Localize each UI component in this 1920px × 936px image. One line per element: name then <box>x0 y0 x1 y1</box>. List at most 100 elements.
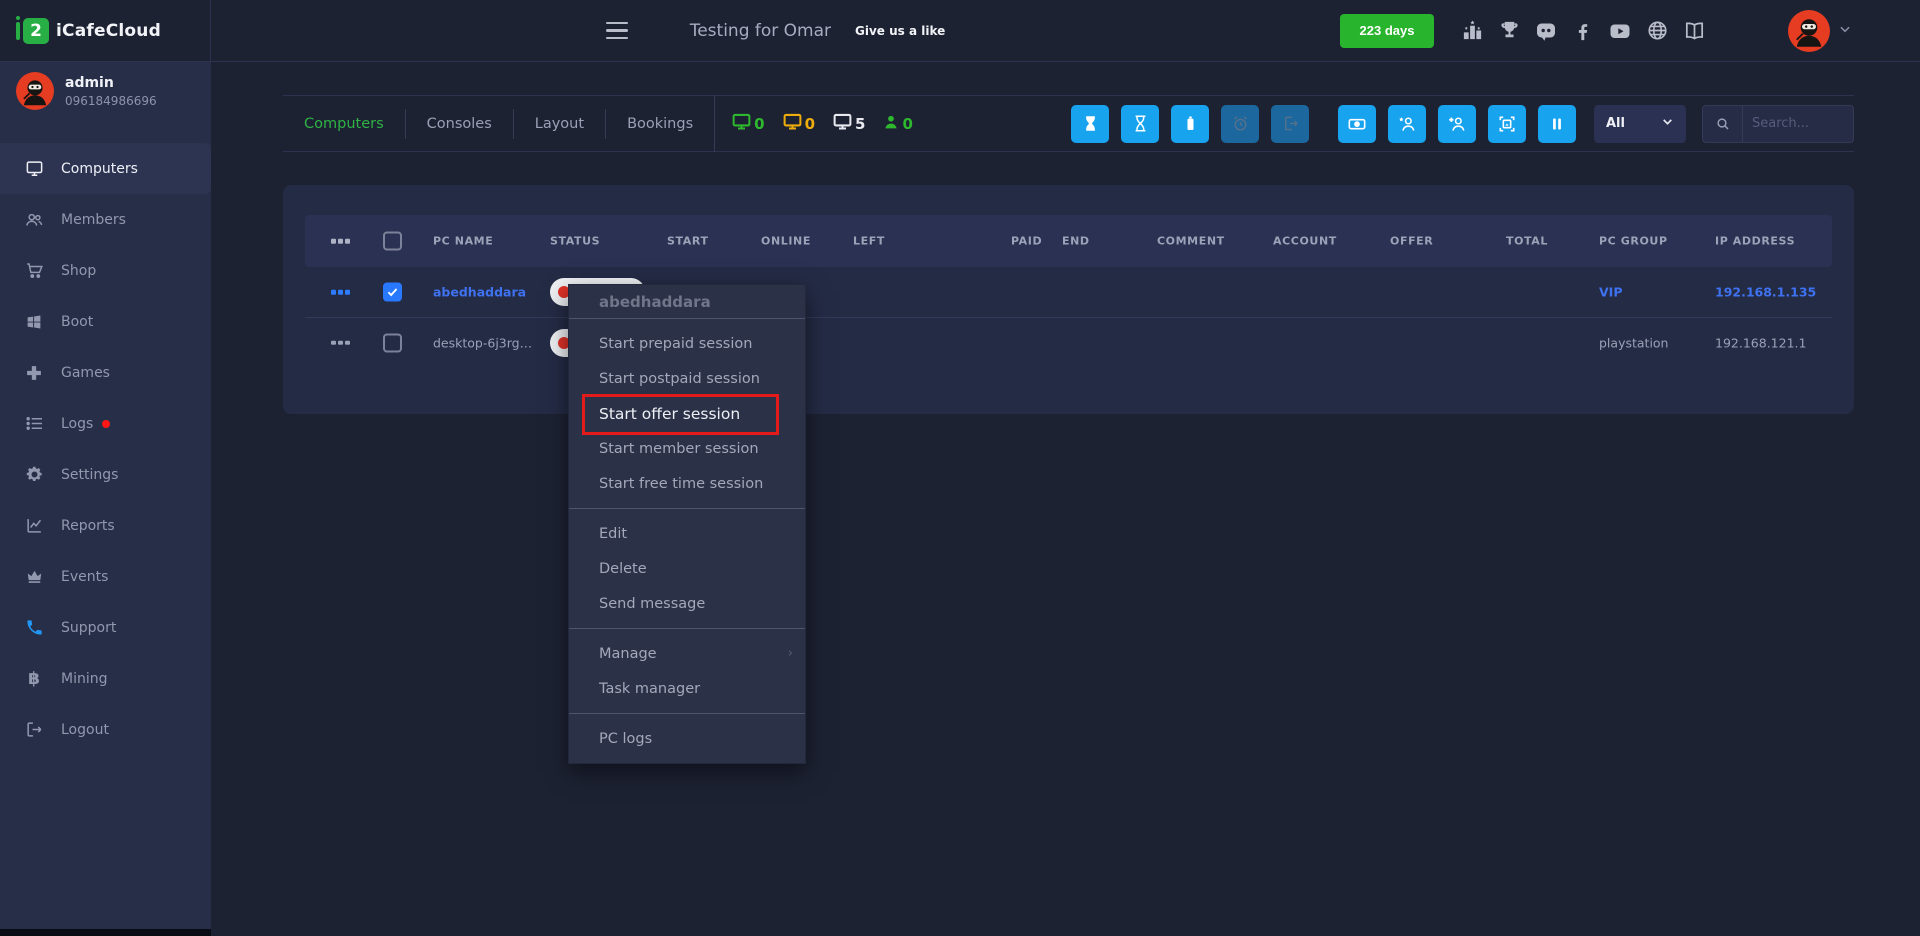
column-header[interactable]: TOTAL <box>1506 235 1548 248</box>
column-header[interactable]: START <box>667 235 709 248</box>
menu-item-manage[interactable]: Manage › <box>569 636 805 671</box>
sidebar-item-support[interactable]: Support <box>0 602 211 653</box>
start-member-session-button[interactable] <box>1388 105 1426 143</box>
guide-book-icon[interactable] <box>1682 19 1706 43</box>
user-avatar[interactable] <box>1788 10 1830 52</box>
discord-icon[interactable] <box>1534 19 1558 43</box>
hourglass-outline-button[interactable] <box>1121 105 1159 143</box>
user-icon <box>882 113 900 135</box>
menu-item-send-message[interactable]: Send message <box>569 586 805 621</box>
menu-item-start-member-session[interactable]: Start member session <box>569 431 805 466</box>
ip-address-value[interactable]: 192.168.121.1 <box>1715 335 1806 350</box>
windows-icon <box>24 312 44 332</box>
sidebar-item-reports[interactable]: Reports <box>0 500 211 551</box>
ranking-icon[interactable] <box>1460 19 1484 43</box>
column-header[interactable]: PC NAME <box>433 235 493 248</box>
brand: 2 iCafeCloud <box>0 0 211 62</box>
menu-item-delete[interactable]: Delete <box>569 551 805 586</box>
counter-total: 5 <box>832 111 865 136</box>
sidebar-item-label: Logout <box>61 722 109 738</box>
sidebar-profile[interactable]: admin 096184986696 <box>16 72 157 110</box>
column-header[interactable]: OFFER <box>1390 235 1433 248</box>
column-header[interactable]: COMMENT <box>1157 235 1225 248</box>
table-row[interactable]: desktop-6j3rg… playstation 192.168.121.1 <box>305 317 1832 367</box>
chevron-down-icon[interactable] <box>1838 21 1852 40</box>
column-header[interactable]: ONLINE <box>761 235 811 248</box>
menu-item-start-prepaid-session[interactable]: Start prepaid session <box>569 326 805 361</box>
tab-layout[interactable]: Layout <box>514 116 605 132</box>
column-header[interactable]: PAID <box>1011 235 1042 248</box>
select-all-checkbox[interactable] <box>383 232 402 251</box>
menu-item-task-manager[interactable]: Task manager <box>569 671 805 706</box>
monitor-icon <box>832 111 853 136</box>
table-row[interactable]: abedhaddara VIP 192.168.1.135 <box>305 267 1832 317</box>
trophy-icon[interactable] <box>1497 19 1521 43</box>
facebook-icon[interactable] <box>1571 19 1595 43</box>
menu-item-start-offer-session[interactable]: Start offer session <box>569 396 805 431</box>
counter-online: 0 <box>731 111 764 136</box>
pc-name-link[interactable]: desktop-6j3rg… <box>433 335 532 350</box>
tabbar: Computers Consoles Layout Bookings 0 0 5… <box>283 95 1854 152</box>
tab-bookings[interactable]: Bookings <box>606 116 714 132</box>
pause-button[interactable] <box>1538 105 1576 143</box>
column-header[interactable]: PC GROUP <box>1599 235 1668 248</box>
sidebar-item-logs[interactable]: Logs <box>0 398 211 449</box>
submenu-chevron-icon: › <box>788 646 793 661</box>
sidebar-item-shop[interactable]: Shop <box>0 245 211 296</box>
search-input[interactable] <box>1743 116 1853 131</box>
days-remaining-button[interactable]: 223 days <box>1340 14 1434 48</box>
row-actions-icon[interactable] <box>331 340 350 345</box>
column-header[interactable]: ACCOUNT <box>1273 235 1337 248</box>
row-actions-icon[interactable] <box>331 239 350 244</box>
session-menu-group: Start prepaid session Start postpaid ses… <box>569 319 805 508</box>
sidebar-item-computers[interactable]: Computers <box>0 143 211 194</box>
row-checkbox[interactable] <box>383 333 402 352</box>
phone-icon <box>24 618 44 638</box>
row-checkbox[interactable] <box>383 283 402 302</box>
sidebar-item-mining[interactable]: ฿ Mining <box>0 653 211 704</box>
column-header[interactable]: LEFT <box>853 235 885 248</box>
ip-address-value[interactable]: 192.168.1.135 <box>1715 285 1816 300</box>
sidebar-item-boot[interactable]: Boot <box>0 296 211 347</box>
chart-icon <box>24 516 44 536</box>
group-filter-select[interactable]: All <box>1594 105 1686 143</box>
hourglass-filled-button[interactable] <box>1071 105 1109 143</box>
menu-item-pc-logs[interactable]: PC logs <box>569 721 805 756</box>
tab-computers[interactable]: Computers <box>283 116 405 132</box>
sidebar-item-members[interactable]: Members <box>0 194 211 245</box>
tab-consoles[interactable]: Consoles <box>406 116 513 132</box>
topbar-right: 223 days <box>1340 10 1920 52</box>
battery-button[interactable] <box>1171 105 1209 143</box>
give-us-a-like-link[interactable]: Give us a like <box>855 24 945 38</box>
topbar-icons <box>1460 19 1706 43</box>
menu-item-label: Manage <box>599 646 657 662</box>
column-header[interactable]: STATUS <box>550 235 600 248</box>
globe-icon[interactable] <box>1645 19 1669 43</box>
sidebar-item-events[interactable]: Events <box>0 551 211 602</box>
sidebar-item-label: Boot <box>61 314 93 330</box>
logs-alert-badge <box>102 420 110 428</box>
youtube-icon[interactable] <box>1608 19 1632 43</box>
hamburger-menu-icon[interactable] <box>606 22 628 40</box>
sidebar-item-label: Support <box>61 620 116 636</box>
column-header[interactable]: END <box>1062 235 1090 248</box>
menu-item-start-free-time-session[interactable]: Start free time session <box>569 466 805 501</box>
column-header[interactable]: IP ADDRESS <box>1715 235 1795 248</box>
add-guest-session-button[interactable] <box>1438 105 1476 143</box>
sidebar-item-games[interactable]: Games <box>0 347 211 398</box>
menu-item-edit[interactable]: Edit <box>569 516 805 551</box>
pc-group-value[interactable]: VIP <box>1599 285 1623 300</box>
money-button[interactable] <box>1338 105 1376 143</box>
screenshot-button[interactable] <box>1488 105 1526 143</box>
sidebar-item-logout[interactable]: Logout <box>0 704 211 755</box>
topbar: 2 iCafeCloud Testing for Omar Give us a … <box>0 0 1920 62</box>
pc-name-link[interactable]: abedhaddara <box>433 285 526 300</box>
brand-logo-icon: 2 <box>23 18 49 44</box>
filter-value: All <box>1606 116 1625 131</box>
row-actions-icon[interactable] <box>331 290 350 295</box>
pc-group-value[interactable]: playstation <box>1599 335 1668 350</box>
sidebar-item-label: Members <box>61 212 126 228</box>
sidebar-item-settings[interactable]: Settings <box>0 449 211 500</box>
logs-menu-group: PC logs <box>569 714 805 763</box>
menu-item-start-postpaid-session[interactable]: Start postpaid session <box>569 361 805 396</box>
